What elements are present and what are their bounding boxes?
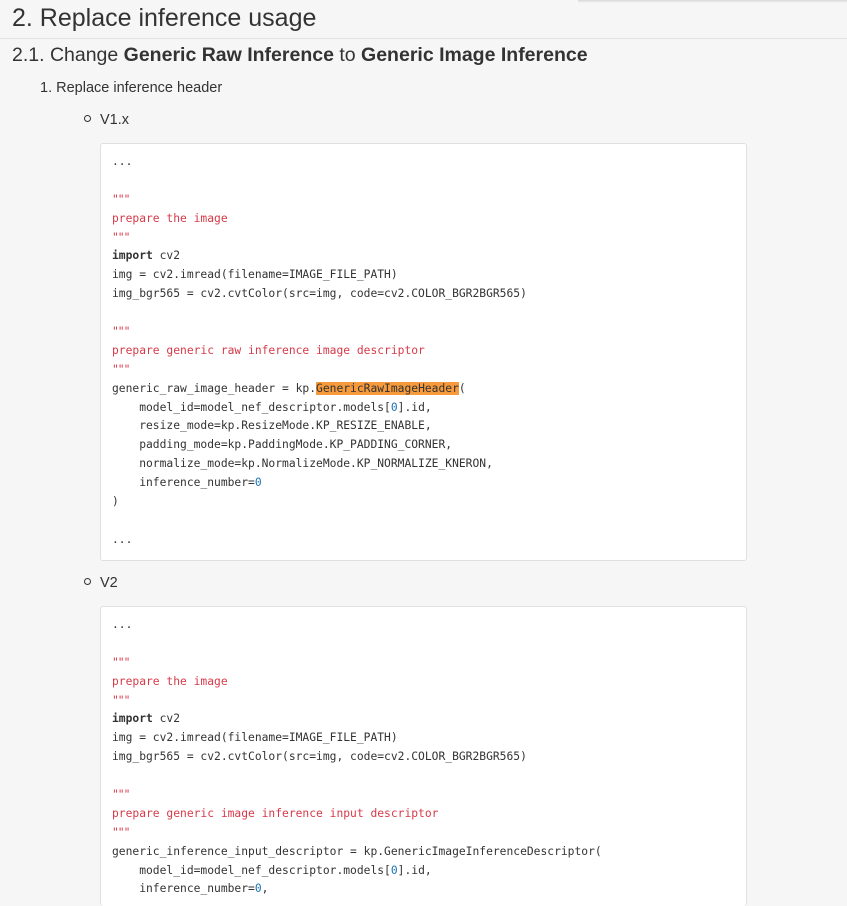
- step-item: 1. Replace inference header: [40, 80, 223, 96]
- code-line: generic_raw_image_header = kp.GenericRaw…: [112, 380, 746, 399]
- code-line: ...: [112, 618, 133, 631]
- code-line: img_bgr565 = cv2.cvtColor(src=img, code=…: [112, 287, 527, 301]
- code-line: ...: [112, 155, 133, 168]
- code-line: """: [112, 192, 130, 206]
- open-paren: (: [458, 381, 466, 395]
- code-line: """: [112, 825, 130, 839]
- subsection-mid: to: [333, 44, 362, 66]
- keyword: import: [112, 249, 153, 263]
- subsection-heading: 2.1. Change Generic Raw Inference to Gen…: [12, 41, 588, 69]
- code-line: ...: [112, 532, 133, 546]
- arg-text: model_id=model_nef_descriptor.models[: [112, 400, 391, 414]
- arg-text: ].id,: [397, 400, 432, 414]
- code-line: """: [112, 230, 130, 244]
- highlighted-class-name: GenericRawImageHeader: [316, 381, 459, 395]
- code-block-v1[interactable]: ... """ prepare the image """ import cv2 img …: [100, 143, 747, 561]
- heading-divider: [0, 38, 847, 39]
- code-line: """: [112, 362, 130, 376]
- code-line: prepare generic raw inference image desc…: [112, 343, 425, 357]
- code-line: inference_number=0: [112, 474, 746, 493]
- assign-prefix: generic_raw_image_header = kp.: [112, 381, 317, 395]
- code-line: model_id=model_nef_descriptor.models[0].…: [112, 862, 746, 881]
- subsection-prefix: 2.1. Change: [12, 44, 124, 66]
- keyword: import: [112, 712, 153, 726]
- code-line: img = cv2.imread(filename=IMAGE_FILE_PAT…: [112, 731, 398, 745]
- version-label: V2: [100, 575, 118, 591]
- code-line: model_id=model_nef_descriptor.models[0].…: [112, 399, 746, 418]
- code-line: padding_mode=kp.PaddingMode.KP_PADDING_C…: [112, 438, 453, 452]
- top-shadow: [578, 0, 847, 3]
- code-line: img = cv2.imread(filename=IMAGE_FILE_PAT…: [112, 268, 398, 282]
- subsection-from: Generic Raw Inference: [123, 44, 334, 66]
- code-line: prepare generic image inference input de…: [112, 806, 439, 820]
- bullet-circle-icon: [84, 577, 91, 585]
- arg-text: ,: [261, 882, 269, 896]
- code-line: generic_inference_input_descriptor = kp.…: [112, 844, 602, 858]
- code-line: resize_mode=kp.ResizeMode.KP_RESIZE_ENAB…: [112, 419, 432, 433]
- code-line: import cv2: [112, 710, 746, 729]
- code-line: img_bgr565 = cv2.cvtColor(src=img, code=…: [112, 750, 527, 764]
- number-literal: 0: [254, 476, 262, 490]
- arg-text: inference_number=: [112, 476, 255, 490]
- number-literal: 0: [390, 863, 398, 877]
- code-block-v2[interactable]: ... """ prepare the image """ import cv2 img …: [100, 606, 747, 906]
- module-name: cv2: [152, 249, 181, 263]
- subsection-to: Generic Image Inference: [361, 44, 588, 66]
- code-line: """: [112, 655, 130, 669]
- version-bullet-v1: V1.x: [84, 110, 129, 130]
- module-name: cv2: [152, 712, 181, 726]
- number-literal: 0: [390, 400, 398, 414]
- code-line: """: [112, 788, 130, 802]
- code-line: prepare the image: [112, 674, 228, 688]
- arg-text: inference_number=: [112, 882, 255, 896]
- code-line: import cv2: [112, 247, 746, 266]
- code-line: ): [112, 495, 119, 509]
- version-bullet-v2: V2: [84, 573, 118, 593]
- code-line: normalize_mode=kp.NormalizeMode.KP_NORMA…: [112, 457, 493, 471]
- number-literal: 0: [254, 882, 262, 896]
- arg-text: ].id,: [397, 863, 432, 877]
- code-line: """: [112, 325, 130, 339]
- bullet-circle-icon: [84, 114, 91, 122]
- version-label: V1.x: [100, 112, 130, 128]
- code-line: prepare the image: [112, 211, 228, 225]
- code-content: ... """ prepare the image """ import cv2 img …: [101, 607, 746, 899]
- code-line: """: [112, 693, 130, 707]
- code-content: ... """ prepare the image """ import cv2 img …: [101, 144, 746, 550]
- section-heading: 2. Replace inference usage: [12, 4, 317, 32]
- arg-text: model_id=model_nef_descriptor.models[: [112, 863, 391, 877]
